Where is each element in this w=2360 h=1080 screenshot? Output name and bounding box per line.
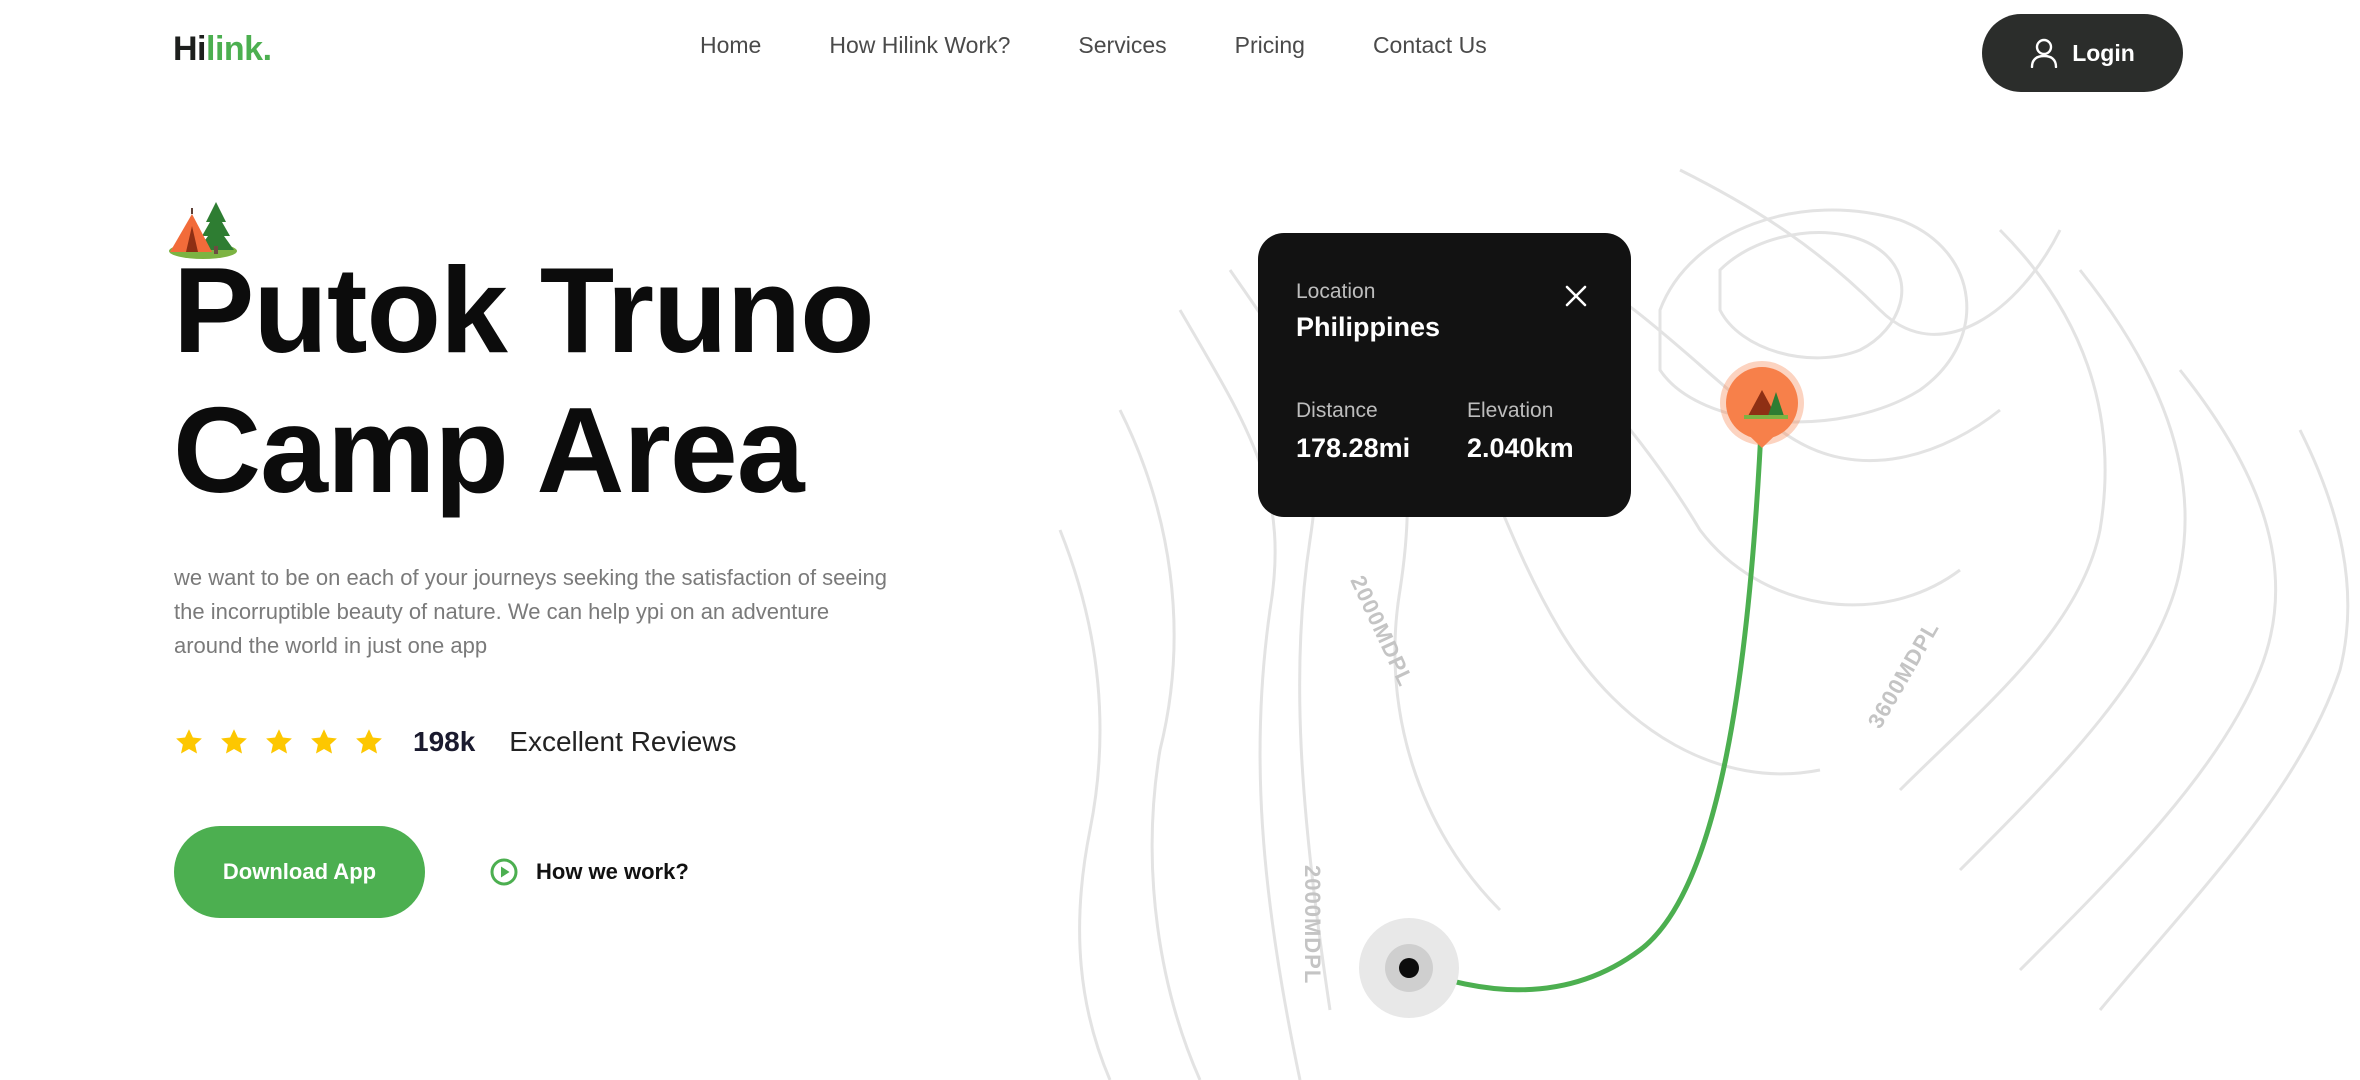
how-we-work-link[interactable]: How we work? xyxy=(490,858,689,886)
rating: 198k Excellent Reviews xyxy=(174,726,737,758)
hero-description: we want to be on each of your journeys s… xyxy=(174,565,887,658)
logo-text-part2: link xyxy=(206,30,263,68)
elevation-label: Elevation xyxy=(1467,399,1554,422)
user-icon xyxy=(2031,38,2058,68)
star-icon xyxy=(356,729,382,754)
star-icon xyxy=(266,729,292,754)
star-icon xyxy=(176,729,202,754)
close-icon[interactable] xyxy=(1562,282,1590,310)
nav-item-services[interactable]: Services xyxy=(1078,32,1166,59)
logo-text-part1: Hi xyxy=(173,30,207,68)
brand-logo[interactable]: Hilink. xyxy=(173,30,272,69)
rating-label: Excellent Reviews xyxy=(509,726,737,757)
contour-label-1: 2000MDPL xyxy=(1345,572,1418,691)
contour-label-3: 2000MDPL xyxy=(1300,865,1325,984)
login-button[interactable]: Login xyxy=(1982,14,2183,92)
play-icon xyxy=(490,858,518,886)
logo-dot: . xyxy=(262,30,272,68)
location-info-card: Location Philippines Distance 178.28mi E… xyxy=(1258,233,1631,517)
destination-pin xyxy=(1720,361,1804,448)
hero-title-line2: Camp Area xyxy=(173,382,805,518)
star-icon xyxy=(311,729,337,754)
topographic-map: 2000MDPL 3600MDPL 2000MDPL xyxy=(1058,168,2350,1080)
rating-count: 198k xyxy=(413,726,476,757)
star-icon xyxy=(221,729,247,754)
nav-item-contact[interactable]: Contact Us xyxy=(1373,32,1487,59)
login-label: Login xyxy=(2072,39,2135,66)
how-we-work-label: How we work? xyxy=(536,859,689,884)
contour-label-2: 3600MDPL xyxy=(1863,617,1944,733)
download-app-button[interactable]: Download App xyxy=(174,826,425,918)
elevation-value: 2.040km xyxy=(1467,433,1574,463)
distance-label: Distance xyxy=(1296,399,1378,422)
start-marker xyxy=(1359,918,1459,1018)
nav-item-how-it-works[interactable]: How Hilink Work? xyxy=(829,32,1010,59)
hero-title-line1: Putok Truno xyxy=(173,242,875,378)
nav-item-home[interactable]: Home xyxy=(700,32,761,59)
contour-lines xyxy=(1058,168,2350,1080)
location-value: Philippines xyxy=(1296,312,1441,342)
main-nav: Home How Hilink Work? Services Pricing C… xyxy=(700,32,1555,59)
distance-value: 178.28mi xyxy=(1296,433,1411,463)
location-label: Location xyxy=(1296,280,1376,303)
nav-item-pricing[interactable]: Pricing xyxy=(1235,32,1305,59)
hero-title: Putok Truno Camp Area xyxy=(173,240,1073,520)
